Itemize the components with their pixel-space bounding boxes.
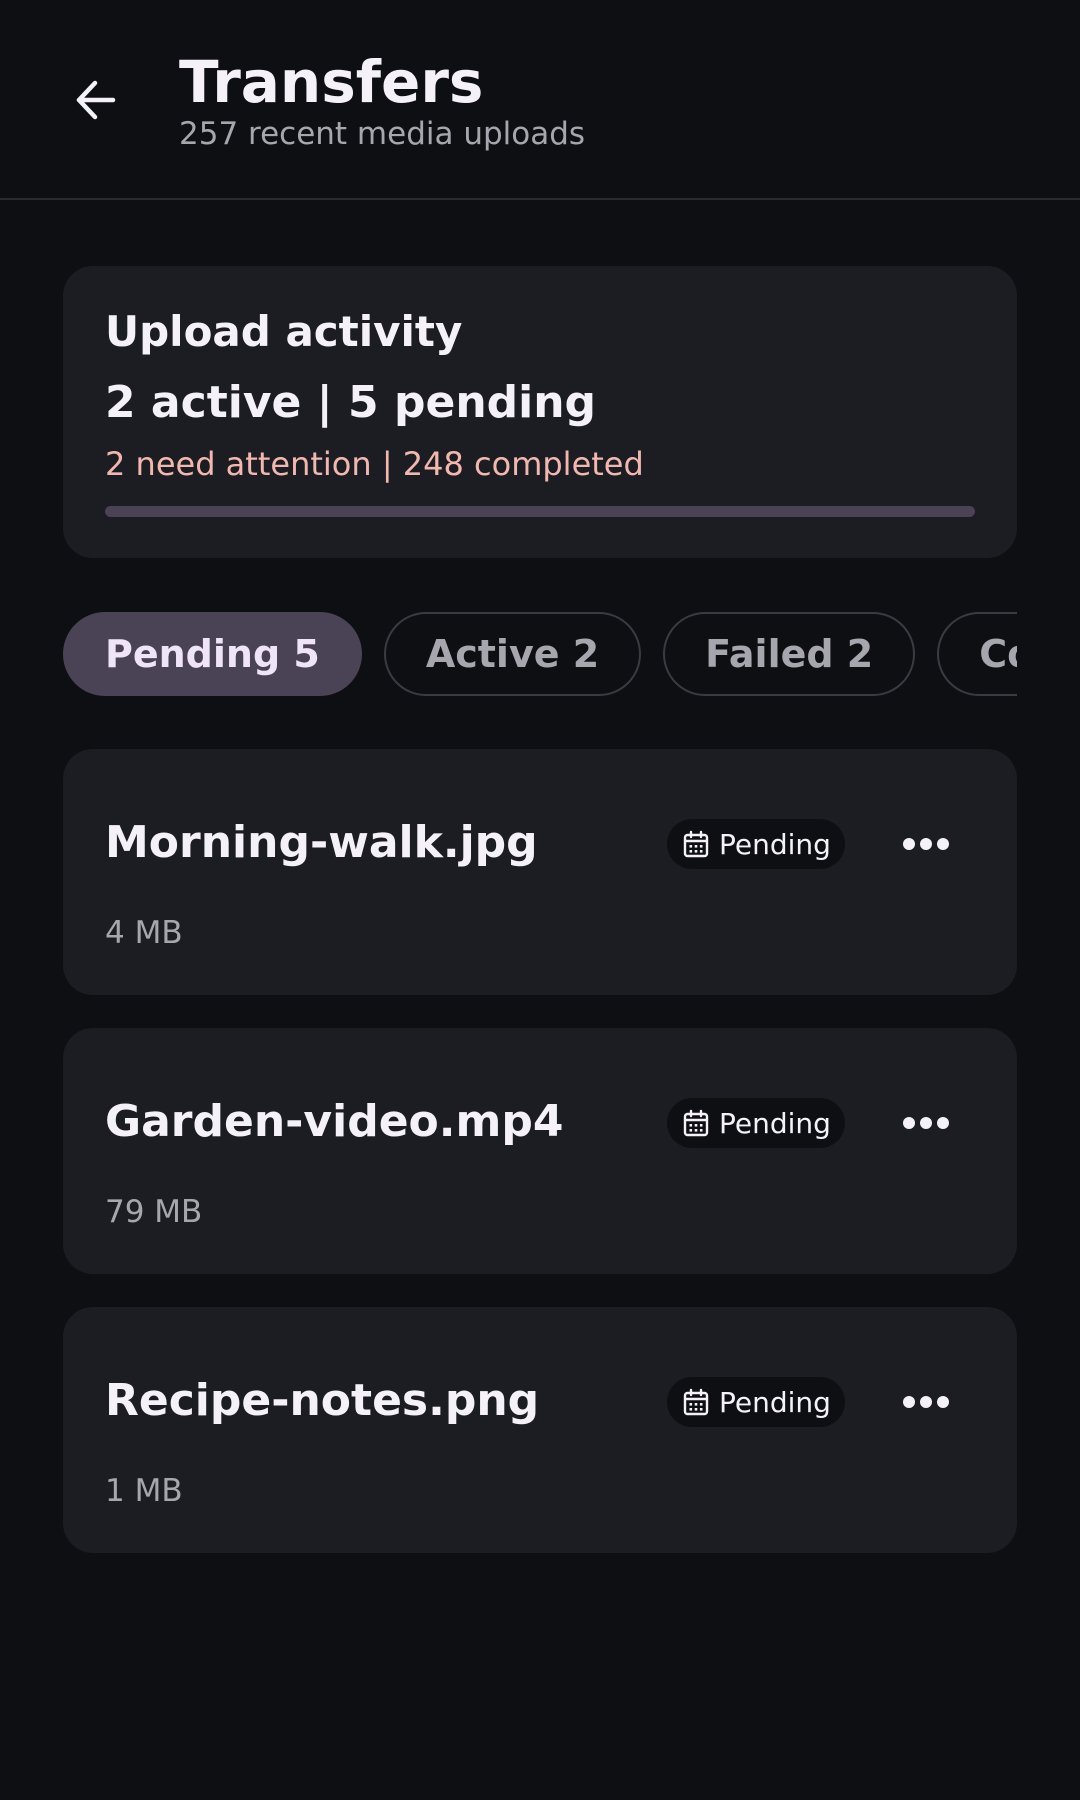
more-horizontal-icon	[903, 1396, 949, 1408]
more-options-button[interactable]	[891, 1367, 961, 1437]
upload-activity-counts: 2 active | 5 pending	[105, 377, 597, 428]
more-options-button[interactable]	[891, 1088, 961, 1158]
status-badge: Pending	[667, 1098, 845, 1148]
filter-chip-failed[interactable]: Failed 2	[663, 612, 916, 696]
file-size: 1 MB	[105, 1473, 183, 1509]
filter-chip-pending[interactable]: Pending 5	[63, 612, 362, 696]
filter-chips-row: Pending 5 Active 2 Failed 2 Completed 24…	[63, 612, 1017, 696]
more-horizontal-icon	[903, 838, 949, 850]
calendar-icon	[683, 1109, 709, 1137]
file-name: Garden-video.mp4	[105, 1096, 564, 1147]
status-badge: Pending	[667, 1377, 845, 1427]
filter-chip-active[interactable]: Active 2	[383, 612, 642, 696]
filter-chips[interactable]: Pending 5 Active 2 Failed 2 Completed 24…	[63, 612, 1017, 696]
more-horizontal-icon	[903, 1117, 949, 1129]
calendar-icon	[683, 1388, 709, 1416]
status-label: Pending	[719, 827, 831, 861]
calendar-icon	[683, 830, 709, 858]
upload-progress-bar	[105, 506, 975, 517]
file-name: Recipe-notes.png	[105, 1375, 540, 1426]
status-label: Pending	[719, 1106, 831, 1140]
back-button[interactable]	[64, 68, 128, 132]
app-bar: Transfers 257 recent media uploads	[0, 0, 1080, 200]
page-title: Transfers	[179, 48, 484, 116]
filter-chip-completed[interactable]: Completed 248	[937, 612, 1017, 696]
arrow-left-icon	[76, 80, 116, 120]
transfers-screen: Transfers 257 recent media uploads Uploa…	[0, 0, 1080, 1800]
transfer-item[interactable]: Recipe-notes.png Pending 1 MB	[63, 1307, 1017, 1553]
file-name: Morning-walk.jpg	[105, 817, 538, 868]
transfer-item[interactable]: Garden-video.mp4 Pending 79 MB	[63, 1028, 1017, 1274]
upload-activity-heading: Upload activity	[105, 307, 463, 356]
more-options-button[interactable]	[891, 809, 961, 879]
status-badge: Pending	[667, 819, 845, 869]
upload-activity-card: Upload activity 2 active | 5 pending 2 n…	[63, 266, 1017, 558]
file-size: 79 MB	[105, 1194, 203, 1230]
page-subtitle: 257 recent media uploads	[179, 116, 586, 152]
status-label: Pending	[719, 1385, 831, 1419]
file-size: 4 MB	[105, 915, 183, 951]
upload-attention-text: 2 need attention | 248 completed	[105, 445, 644, 483]
transfer-item[interactable]: Morning-walk.jpg Pending 4 MB	[63, 749, 1017, 995]
